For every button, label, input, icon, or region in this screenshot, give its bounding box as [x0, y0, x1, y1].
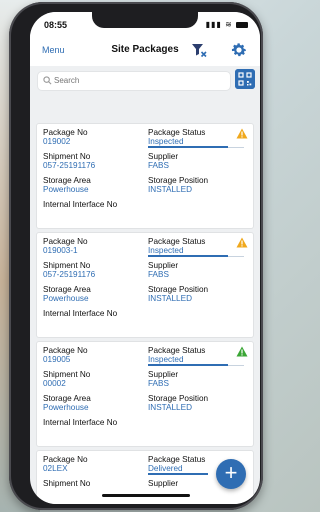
wifi-icon: ≋: [225, 20, 233, 29]
shipment-no-label: Shipment No: [43, 479, 91, 488]
warning-icon: [236, 237, 248, 248]
nav-bar: Menu Site Packages: [30, 36, 260, 66]
notch: [92, 12, 198, 28]
package-status-label: Package Status: [148, 237, 206, 246]
internal-interface-label: Internal Interface No: [43, 418, 118, 427]
storage-position-label: Storage Position: [148, 285, 209, 294]
supplier-label: Supplier: [148, 261, 179, 270]
search-box[interactable]: [37, 71, 231, 91]
status-icons: ▮▮▮ ≋: [206, 20, 248, 29]
internal-interface-label: Internal Interface No: [43, 200, 118, 209]
package-status-value: Inspected: [148, 137, 184, 146]
status-progress-fill: [148, 255, 228, 257]
supplier-value: FABS: [148, 270, 169, 279]
storage-position-value: INSTALLED: [148, 185, 192, 194]
ok-alert-icon: [236, 346, 248, 357]
supplier-label: Supplier: [148, 370, 179, 379]
home-indicator: [102, 494, 190, 497]
search-icon: [43, 76, 52, 85]
supplier-value: FABS: [148, 379, 169, 388]
storage-position-label: Storage Position: [148, 394, 209, 403]
phone-frame: 08:55 ▮▮▮ ≋ Menu Site Packages Search Pa…: [9, 2, 263, 510]
warning-icon: [236, 128, 248, 139]
storage-position-value: INSTALLED: [148, 403, 192, 412]
package-no-value: 019002: [43, 137, 71, 146]
shipment-no-label: Shipment No: [43, 152, 91, 161]
package-status-label: Package Status: [148, 346, 206, 355]
shipment-no-value: 057-25191176: [43, 161, 96, 170]
package-card[interactable]: Package No 019003-1 Package Status Inspe…: [37, 233, 253, 337]
status-progress-fill: [148, 146, 228, 148]
status-progress-fill: [148, 364, 228, 366]
search-row: [30, 66, 260, 94]
clear-filter-icon[interactable]: [191, 42, 207, 58]
package-card[interactable]: Package No 019005 Package Status Inspect…: [37, 342, 253, 446]
package-no-value: 019005: [43, 355, 71, 364]
package-no-label: Package No: [43, 128, 88, 137]
package-status-value: Inspected: [148, 246, 184, 255]
shipment-no-value: 057-25191176: [43, 270, 96, 279]
status-progress-fill: [148, 473, 208, 475]
qr-scan-icon[interactable]: [235, 69, 255, 89]
storage-position-value: INSTALLED: [148, 294, 192, 303]
package-status-value: Inspected: [148, 355, 184, 364]
supplier-label: Supplier: [148, 479, 179, 488]
package-no-label: Package No: [43, 455, 88, 464]
storage-position-label: Storage Position: [148, 176, 209, 185]
gear-icon[interactable]: [230, 41, 248, 59]
storage-area-label: Storage Area: [43, 176, 91, 185]
supplier-value: FABS: [148, 161, 169, 170]
storage-area-value: Powerhouse: [43, 294, 89, 303]
package-status-label: Package Status: [148, 455, 206, 464]
shipment-no-value: 00002: [43, 379, 66, 388]
signal-icon: ▮▮▮: [205, 20, 222, 29]
package-card[interactable]: Package No 019002 Package Status Inspect…: [37, 124, 253, 228]
add-package-button[interactable]: +: [216, 459, 246, 489]
shipment-no-label: Shipment No: [43, 370, 91, 379]
package-no-value: 02LEX: [43, 464, 68, 473]
battery-icon: [236, 21, 248, 28]
storage-area-label: Storage Area: [43, 394, 91, 403]
package-no-label: Package No: [43, 346, 88, 355]
package-no-value: 019003-1: [43, 246, 78, 255]
page-title: Site Packages: [111, 44, 179, 55]
storage-area-value: Powerhouse: [43, 185, 89, 194]
package-status-value: Delivered: [148, 464, 183, 473]
status-time: 08:55: [44, 20, 68, 30]
package-no-label: Package No: [43, 237, 88, 246]
search-input[interactable]: [54, 74, 224, 87]
shipment-no-label: Shipment No: [43, 261, 91, 270]
status-bar: 08:55 ▮▮▮ ≋: [30, 12, 260, 36]
package-status-label: Package Status: [148, 128, 206, 137]
internal-interface-label: Internal Interface No: [43, 309, 118, 318]
app-screen: 08:55 ▮▮▮ ≋ Menu Site Packages Search Pa…: [30, 12, 260, 504]
storage-area-label: Storage Area: [43, 285, 91, 294]
storage-area-value: Powerhouse: [43, 403, 89, 412]
supplier-label: Supplier: [148, 152, 179, 161]
